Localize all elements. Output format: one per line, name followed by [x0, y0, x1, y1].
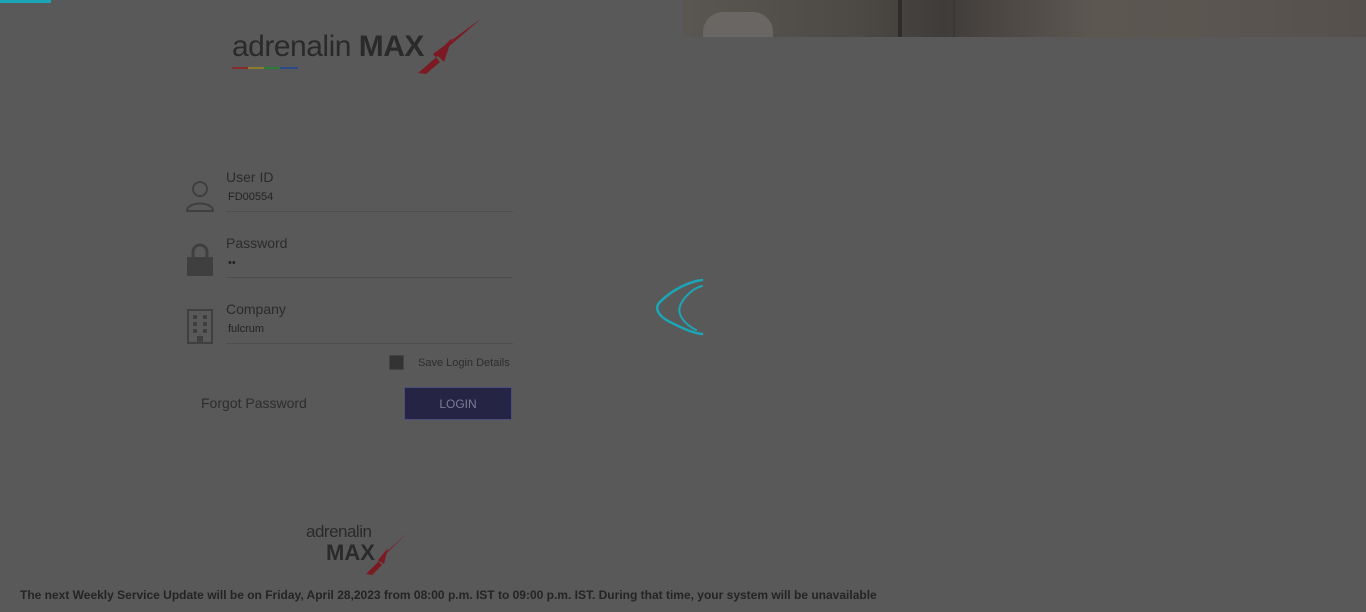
service-update-notice: The next Weekly Service Update will be o… — [20, 588, 877, 602]
company-underline — [226, 343, 513, 344]
password-input[interactable]: •• — [228, 257, 508, 269]
forgot-password-link[interactable]: Forgot Password — [201, 395, 307, 411]
save-login-label: Save Login Details — [418, 357, 510, 369]
company-field: Company — [183, 301, 513, 357]
brand-logo: adrenalin MAX — [230, 18, 485, 78]
user-id-label: User ID — [226, 169, 274, 185]
user-id-input[interactable] — [228, 191, 508, 203]
user-id-field: User ID — [183, 169, 513, 225]
lock-icon — [187, 243, 213, 276]
loading-progress-bar — [0, 0, 51, 3]
loading-spinner-icon — [656, 278, 704, 336]
logo-max: MAX — [358, 30, 425, 63]
password-label: Password — [226, 235, 288, 251]
footer-logo-max: MAX — [326, 540, 375, 565]
save-login-checkbox[interactable] — [389, 355, 404, 370]
user-id-underline — [226, 211, 513, 212]
logo-wordmark: adrenalin — [232, 30, 351, 63]
password-field: Password •• — [183, 235, 513, 291]
password-underline — [226, 277, 513, 278]
login-button[interactable]: LOGIN — [404, 387, 512, 420]
company-input[interactable] — [228, 323, 508, 335]
user-icon — [185, 181, 215, 212]
footer-logo-wordmark: adrenalin — [306, 522, 372, 541]
building-icon — [187, 309, 213, 344]
footer-brand-logo: adrenalin MAX — [304, 520, 414, 580]
company-label: Company — [226, 301, 286, 317]
hero-photo — [683, 0, 1366, 37]
